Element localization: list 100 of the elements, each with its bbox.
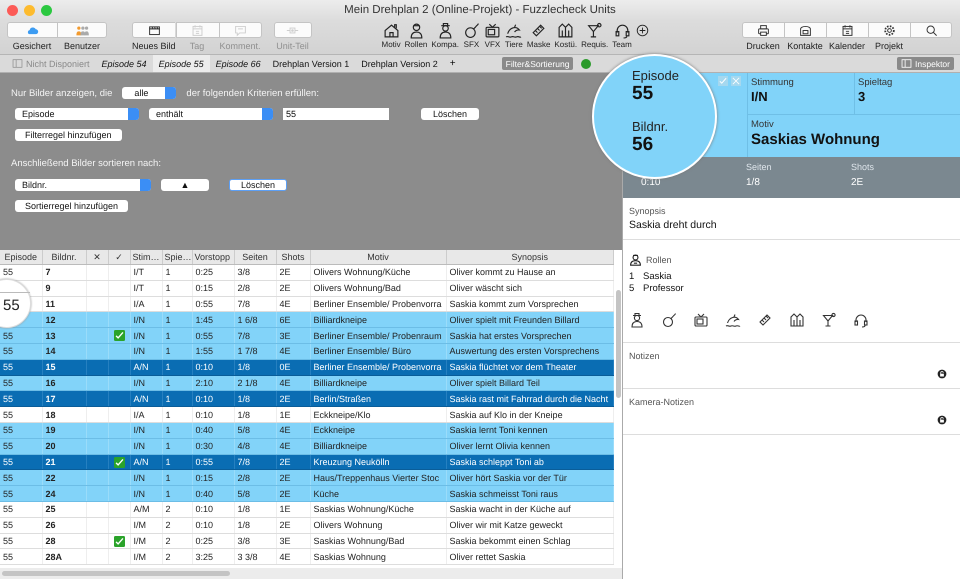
toolbar-button[interactable] bbox=[132, 22, 176, 38]
toolbar-button[interactable] bbox=[910, 22, 952, 38]
table-row[interactable]: 55 24 I/N 1 0:40 5/8 2E Küche Saskia schmeisst Toni raus bbox=[0, 486, 614, 502]
tab[interactable]: Episode 66 bbox=[210, 55, 267, 72]
table-row[interactable]: 55 28 I/M 2 0:25 3/8 3E Saskias Wohnung/Bad Saskia bekommt einen Schlag bbox=[0, 533, 614, 549]
table-row[interactable]: 55 18 I/A 1 0:10 1/8 1E Eckkneipe/Klo Saskia auf Klo in der Kneipe bbox=[0, 406, 614, 422]
delete-button[interactable]: Löschen bbox=[229, 179, 287, 191]
table-row[interactable]: 55 21 A/N 1 0:55 7/8 2E Kreuzung Neukölln Saskia schleppt Toni ab bbox=[0, 454, 614, 470]
toolbar-button[interactable] bbox=[826, 22, 868, 38]
table-row[interactable]: 12 I/N 1 1:45 1 6/8 6E Billiardkneipe Oliver spielt mit Freunden Billard bbox=[0, 312, 614, 328]
column-header[interactable]: Bildnr. bbox=[42, 250, 86, 264]
toolbar-button[interactable]: Motiv bbox=[380, 22, 403, 49]
headset-icon[interactable] bbox=[853, 312, 869, 328]
add-filter-button[interactable]: Filterregel hinzufügen bbox=[15, 129, 122, 141]
field-value: 3 bbox=[858, 89, 866, 104]
delete-button[interactable]: Löschen bbox=[421, 108, 479, 120]
table-cell: 5/8 bbox=[238, 488, 250, 499]
tab[interactable]: Drehplan Version 2 bbox=[355, 55, 444, 72]
toolbar-button[interactable]: Rollen bbox=[402, 22, 430, 49]
stat-label: Seiten bbox=[746, 162, 773, 174]
table-cell: Olivers Wohnung/Bad bbox=[314, 283, 401, 294]
table-cell: 0:55 bbox=[196, 330, 214, 341]
tv-icon[interactable] bbox=[693, 312, 709, 328]
hat-person-icon bbox=[436, 22, 454, 39]
panel-icon bbox=[901, 58, 912, 69]
table-cell: 1E bbox=[280, 410, 291, 420]
match-select[interactable]: alle bbox=[122, 87, 176, 99]
value-field[interactable]: 55 bbox=[283, 108, 389, 120]
column-header[interactable]: Motiv bbox=[310, 250, 446, 264]
toolbar-button[interactable]: Team bbox=[610, 22, 634, 49]
scrollbar-thumb[interactable] bbox=[2, 571, 230, 576]
table-row[interactable]: 55 20 I/N 1 0:30 4/8 4E Billiardkneipe Oliver lernt Olivia kennen bbox=[0, 438, 614, 454]
column-header[interactable]: ✓ bbox=[108, 250, 130, 264]
table-cell: A/M bbox=[134, 504, 150, 514]
toolbar-button[interactable]: VFX bbox=[482, 22, 503, 49]
lock-icon[interactable] bbox=[937, 369, 947, 379]
table-cell: 2 1/8 bbox=[238, 378, 258, 388]
column-header[interactable]: Episode bbox=[0, 250, 42, 264]
synopsis-text: Saskia dreht durch bbox=[629, 219, 718, 231]
tab[interactable]: Episode 54 bbox=[96, 55, 153, 72]
toolbar-button[interactable]: Maske bbox=[524, 22, 552, 49]
toolbar-button[interactable]: Tiere bbox=[502, 22, 525, 49]
table-row[interactable]: 55 15 A/N 1 0:10 1/8 0E Berliner Ensemble/ Probenvorra Saskia flüchtet vor dem Theater bbox=[0, 359, 614, 376]
stat-value: 0:10 bbox=[641, 177, 662, 188]
toolbar-label: Gesichert bbox=[12, 41, 52, 51]
column-header[interactable]: Vorstopp bbox=[192, 250, 234, 264]
scrollbar-thumb[interactable] bbox=[616, 290, 621, 398]
column-header[interactable]: Stim… bbox=[130, 250, 162, 264]
add-tab-button[interactable]: + bbox=[444, 58, 462, 69]
column-header[interactable]: ✕ bbox=[86, 250, 108, 264]
operator-select[interactable]: enthält bbox=[149, 108, 273, 120]
table-cell: 0:10 bbox=[196, 410, 214, 420]
dolphin-icon[interactable] bbox=[725, 312, 741, 328]
table-cell: I/N bbox=[134, 425, 146, 436]
table-cell: 4E bbox=[280, 298, 291, 309]
column-header[interactable]: Synopsis bbox=[446, 250, 614, 264]
toolbar-button[interactable] bbox=[742, 22, 784, 38]
status-icon bbox=[581, 58, 592, 68]
table-row[interactable]: 55 22 I/N 1 0:15 2/8 2E Haus/Treppenhaus Vierter Stoc Oliver hört Saskia vor der Tür bbox=[0, 470, 614, 486]
sort-field-select[interactable]: Bildnr. bbox=[15, 179, 151, 191]
table-cell: Billiardkneipe bbox=[314, 378, 368, 388]
toolbar-button[interactable]: SFX bbox=[460, 22, 482, 49]
table-cell: 5/8 bbox=[238, 425, 250, 436]
plus-icon bbox=[636, 24, 649, 37]
sort-direction-button[interactable]: ▲ bbox=[161, 179, 209, 191]
table-cell: 55 bbox=[3, 552, 14, 562]
cocktail-icon[interactable] bbox=[821, 312, 837, 328]
table-row[interactable]: 55 17 A/N 1 0:10 1/8 2E Berlin/Straßen Saskia rast mit Fahrrad durch die Nacht bbox=[0, 390, 614, 407]
toolbar-button[interactable]: Kompa. bbox=[429, 22, 461, 49]
close-button[interactable] bbox=[7, 4, 18, 16]
toolbar-button[interactable] bbox=[868, 22, 910, 38]
table-row[interactable]: 55 16 I/N 1 2:10 2 1/8 4E Billiardkneipe Oliver spielt Billard Teil bbox=[0, 375, 614, 391]
table-cell: 1 bbox=[166, 298, 171, 309]
toolbar-button[interactable]: Kostü. bbox=[552, 22, 580, 49]
table-row[interactable]: 55 19 I/N 1 0:40 5/8 4E Eckkneipe Saskia lernt Toni kennen bbox=[0, 422, 614, 438]
table-row[interactable]: 55 7 I/T 1 0:25 3/8 2E Olivers Wohnung/Küche Oliver kommt zu Hause an bbox=[0, 264, 614, 280]
table-cell: Oliver spielt Billard Teil bbox=[450, 378, 540, 388]
toolbar-button[interactable]: Requis. bbox=[579, 22, 610, 49]
tab[interactable]: Drehplan Version 1 bbox=[266, 55, 356, 72]
table-row[interactable]: 55 26 I/M 2 0:10 1/8 2E Olivers Wohnung Oliver wir mit Katze geweckt bbox=[0, 517, 614, 534]
lock-icon[interactable] bbox=[937, 415, 947, 425]
column-header[interactable]: Seiten bbox=[234, 250, 276, 264]
person-icon bbox=[629, 253, 642, 266]
table-cell: Olivers Wohnung/Küche bbox=[314, 267, 410, 278]
table-row[interactable]: 55 28A I/M 2 3:25 3 3/8 4E Saskias Wohnung Oliver rettet Saskia bbox=[0, 548, 614, 565]
role-number: 1 bbox=[629, 271, 635, 283]
table-row[interactable]: 55 13 I/N 1 0:55 7/8 3E Berliner Ensemble/ Probenraum Saskia hat erstes Vorsprechen bbox=[0, 328, 614, 344]
field-select[interactable]: Episode bbox=[15, 108, 139, 120]
add-sort-button[interactable]: Sortierregel hinzufügen bbox=[15, 200, 128, 212]
table-row[interactable]: 55 25 A/M 2 0:10 1/8 1E Saskias Wohnung/Küche Saskia wacht in der Küche auf bbox=[0, 501, 614, 518]
table-row[interactable]: 55 14 I/N 1 1:55 1 7/8 4E Berliner Ensemble/ Büro Auswertung des ersten Vorsprechens bbox=[0, 343, 614, 360]
toolbar-button[interactable] bbox=[784, 22, 826, 38]
jacket-icon[interactable] bbox=[789, 312, 805, 328]
column-header[interactable]: Spie… bbox=[162, 250, 192, 264]
check-icon[interactable] bbox=[718, 76, 728, 86]
column-header[interactable]: Shots bbox=[276, 250, 310, 264]
hat-person-icon[interactable] bbox=[629, 312, 645, 328]
tab[interactable]: Episode 55 bbox=[152, 55, 210, 72]
table-cell: 1/8 bbox=[238, 394, 250, 404]
table-cell: 26 bbox=[46, 520, 56, 530]
